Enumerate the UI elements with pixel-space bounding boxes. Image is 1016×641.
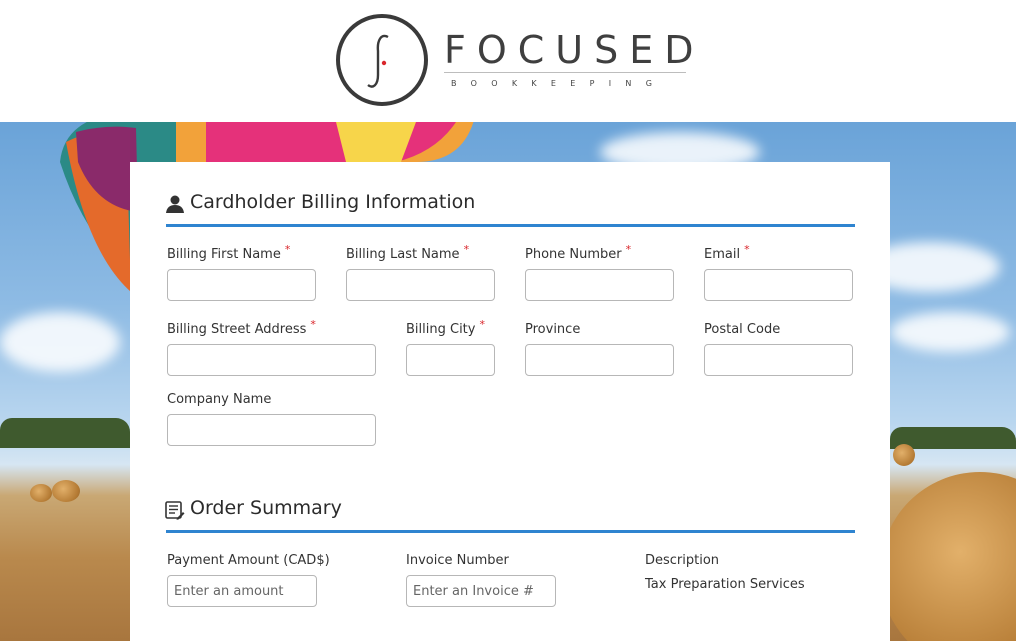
required-mark: * bbox=[284, 243, 291, 256]
brand-divider bbox=[444, 72, 686, 73]
required-mark: * bbox=[463, 243, 470, 256]
email-label: Email * bbox=[704, 243, 750, 262]
email-input[interactable] bbox=[704, 269, 853, 301]
description-label: Description bbox=[645, 553, 720, 568]
site-header: FOCUSED BOOKKEEPING bbox=[0, 0, 1016, 122]
company-name-label: Company Name bbox=[167, 392, 272, 407]
order-list-icon bbox=[165, 501, 185, 520]
company-name-input[interactable] bbox=[167, 414, 376, 446]
province-label: Province bbox=[525, 322, 581, 337]
last-name-input[interactable] bbox=[346, 269, 495, 301]
street-address-input[interactable] bbox=[167, 344, 376, 376]
city-label: Billing City * bbox=[406, 318, 485, 337]
city-input[interactable] bbox=[406, 344, 495, 376]
focused-logo-icon[interactable] bbox=[335, 13, 429, 107]
billing-section-title: Cardholder Billing Information bbox=[190, 191, 476, 213]
payment-amount-input[interactable] bbox=[167, 575, 317, 607]
brand-tagline: BOOKKEEPING bbox=[451, 79, 667, 88]
first-name-label: Billing First Name * bbox=[167, 243, 291, 262]
invoice-number-input[interactable] bbox=[406, 575, 556, 607]
first-name-input[interactable] bbox=[167, 269, 316, 301]
order-section-divider bbox=[166, 530, 855, 533]
invoice-number-label: Invoice Number bbox=[406, 553, 509, 568]
phone-input[interactable] bbox=[525, 269, 674, 301]
province-input[interactable] bbox=[525, 344, 674, 376]
person-icon bbox=[166, 195, 184, 213]
required-mark: * bbox=[625, 243, 632, 256]
last-name-label: Billing Last Name * bbox=[346, 243, 470, 262]
payment-amount-label: Payment Amount (CAD$) bbox=[167, 553, 330, 568]
street-address-label: Billing Street Address * bbox=[167, 318, 316, 337]
phone-label: Phone Number * bbox=[525, 243, 632, 262]
required-mark: * bbox=[479, 318, 485, 331]
required-mark: * bbox=[310, 318, 316, 331]
description-value: Tax Preparation Services bbox=[645, 577, 805, 592]
required-mark: * bbox=[744, 243, 750, 256]
postal-code-label: Postal Code bbox=[704, 322, 781, 337]
brand-name: FOCUSED bbox=[444, 28, 705, 72]
order-summary-title: Order Summary bbox=[190, 497, 342, 519]
postal-code-input[interactable] bbox=[704, 344, 853, 376]
billing-section-divider bbox=[166, 224, 855, 227]
